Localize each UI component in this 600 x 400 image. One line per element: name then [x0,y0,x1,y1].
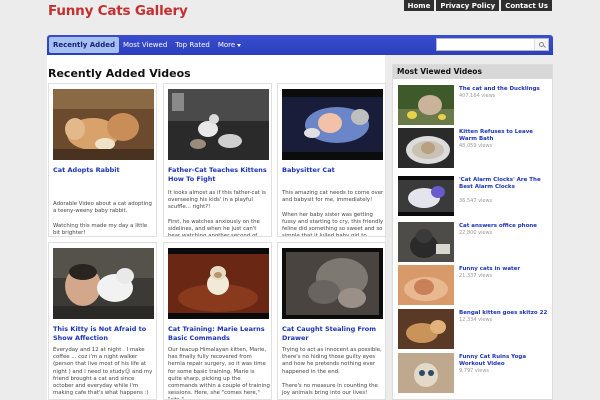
babysitter-cat-thumbnail [282,89,383,160]
sidebar-video-views: 22,800 views [459,230,493,236]
video-thumbnail[interactable] [53,248,154,319]
video-thumbnail[interactable] [168,89,269,160]
sidebar-video-views: 9,797 views [459,368,490,374]
video-title-link[interactable]: Cat Adopts Rabbit [53,166,155,175]
section-title: Recently Added Videos [48,67,191,80]
search-input[interactable] [437,47,532,58]
sidebar-video-item[interactable]: Kitten Refuses to Leave Warm Bath 48,059… [398,128,550,168]
video-description: It looks almost as if this father-cat is… [168,190,266,237]
sidebar-thumbnail[interactable] [398,353,454,393]
search-icon [539,42,544,47]
video-card: Cat Caught Stealing From Drawer Trying t… [277,242,386,400]
tab-recently-added[interactable]: Recently Added [49,37,119,53]
search-box [436,38,549,58]
cats-in-water-thumbnail [398,265,454,305]
video-description: Our teacup Himalayan kitten, Marie, has … [168,347,270,399]
nav-bar: Recently Added Most Viewed Top Rated Mor… [47,35,553,58]
video-card: Cat Adopts Rabbit Adorable Video about a… [48,83,157,237]
sidebar-video-item[interactable]: Funny cats in water 21,337 views [398,265,550,305]
video-description: Adorable Video about a cat adopting a te… [53,201,152,236]
sidebar-video-title[interactable]: Cat answers office phone [459,223,551,230]
video-description: Trying to act as innocent as possible, t… [282,347,382,397]
tab-more[interactable]: More [214,37,245,53]
video-thumbnail[interactable] [282,89,383,160]
sidebar-video-title[interactable]: Funny Cat Ruins Yoga Workout Video [459,354,551,368]
site-header: Funny Cats Gallery Home Privacy Policy C… [0,0,600,36]
sidebar-video-views: 48,059 views [459,143,493,149]
cat-stealing-thumbnail [282,248,383,319]
sidebar-video-title[interactable]: Kitten Refuses to Leave Warm Bath [459,129,551,143]
top-link-home[interactable]: Home [403,0,435,11]
search-button[interactable] [534,39,548,50]
sidebar-thumbnail[interactable] [398,265,454,305]
video-title-link[interactable]: Babysitter Cat [282,166,384,175]
top-links: Home Privacy Policy Contact Us [402,0,552,11]
sidebar-most-viewed: Most Viewed Videos The cat and the Duckl… [392,64,553,400]
tab-more-label: More [217,41,236,49]
sidebar-video-item[interactable]: 'Cat Alarm Clocks' Are The Best Alarm Cl… [398,176,550,216]
ducklings-thumbnail [398,85,454,125]
site-title[interactable]: Funny Cats Gallery [48,3,188,19]
sidebar-video-title[interactable]: Funny cats in water [459,266,551,273]
sidebar-thumbnail[interactable] [398,309,454,349]
office-phone-thumbnail [398,222,454,262]
top-link-privacy-policy[interactable]: Privacy Policy [436,0,500,11]
video-card: This Kitty is Not Afraid to Show Affecti… [48,242,157,400]
sidebar-video-item[interactable]: Cat answers office phone 22,800 views [398,222,550,262]
cat-rabbit-thumbnail [53,89,154,160]
sidebar-video-item[interactable]: Funny Cat Ruins Yoga Workout Video 9,797… [398,353,550,393]
sidebar-video-views: 36,547 views [459,198,493,204]
video-description: Everyday and 12 at night . I make coffee… [53,347,153,397]
sidebar-video-views: 12,334 views [459,317,493,323]
chevron-down-icon [237,43,242,47]
video-thumbnail[interactable] [168,248,269,319]
sidebar-thumbnail[interactable] [398,128,454,168]
yoga-cat-thumbnail [398,353,454,393]
warm-bath-thumbnail [398,128,454,168]
alarm-clock-cats-thumbnail [398,176,454,216]
bengal-kitten-thumbnail [398,309,454,349]
video-card: Babysitter Cat This amazing cat needs to… [277,83,386,237]
top-link-contact-us[interactable]: Contact Us [501,0,552,11]
cat-training-thumbnail [168,248,269,319]
video-title-link[interactable]: Cat Training: Marie Learns Basic Command… [168,325,270,342]
sidebar-thumbnail[interactable] [398,85,454,125]
video-thumbnail[interactable] [53,89,154,160]
video-description: This amazing cat needs to come over and … [282,190,384,237]
affection-kitty-thumbnail [53,248,154,319]
video-title-link[interactable]: Cat Caught Stealing From Drawer [282,325,384,342]
tab-top-rated[interactable]: Top Rated [171,37,214,53]
video-card: Cat Training: Marie Learns Basic Command… [163,242,272,400]
sidebar-video-item[interactable]: The cat and the Ducklings 407,164 views [398,85,550,125]
sidebar-title: Most Viewed Videos [393,65,552,79]
sidebar-video-title[interactable]: The cat and the Ducklings [459,86,551,93]
video-title-link[interactable]: Father-Cat Teaches Kittens How To Fight [168,166,270,183]
main-content: Recently Added Videos Cat Adopts Rabbit … [47,55,386,400]
tab-most-viewed[interactable]: Most Viewed [119,37,171,53]
sidebar-thumbnail[interactable] [398,222,454,262]
sidebar-video-item[interactable]: Bengal kitten goes skitzo 22 12,334 view… [398,309,550,349]
sidebar-video-title[interactable]: 'Cat Alarm Clocks' Are The Best Alarm Cl… [459,177,551,191]
sidebar-thumbnail[interactable] [398,176,454,216]
sidebar-video-views: 21,337 views [459,273,493,279]
video-thumbnail[interactable] [282,248,383,319]
father-cat-thumbnail [168,89,269,160]
sidebar-video-title[interactable]: Bengal kitten goes skitzo 22 [459,310,551,317]
video-card: Father-Cat Teaches Kittens How To Fight … [163,83,272,237]
video-title-link[interactable]: This Kitty is Not Afraid to Show Affecti… [53,325,155,342]
sidebar-video-views: 407,164 views [459,93,496,99]
